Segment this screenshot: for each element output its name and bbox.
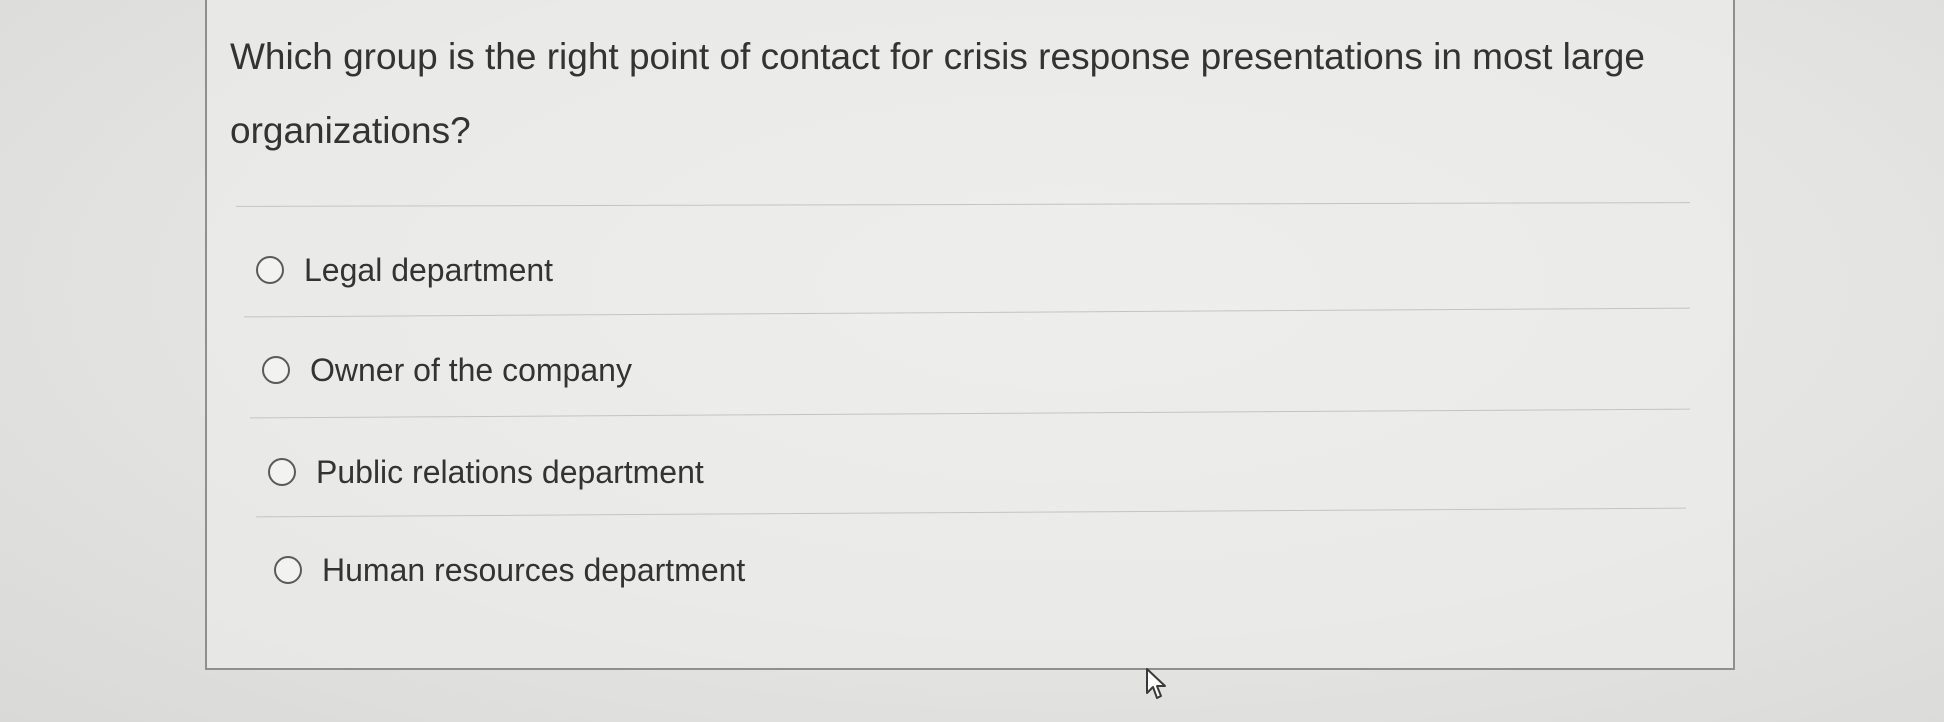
radio-unchecked-icon[interactable] [274, 556, 302, 584]
radio-unchecked-icon[interactable] [256, 256, 284, 284]
option-public-relations-department[interactable]: Public relations department [268, 450, 704, 494]
option-human-resources-department[interactable]: Human resources department [274, 548, 745, 592]
option-label: Human resources department [322, 551, 746, 588]
mouse-pointer-icon [1146, 668, 1166, 699]
question-text: Which group is the right point of contac… [230, 36, 1645, 151]
option-owner-of-the-company[interactable]: Owner of the company [262, 348, 632, 392]
radio-unchecked-icon[interactable] [262, 356, 290, 384]
option-legal-department[interactable]: Legal department [256, 248, 553, 292]
option-label: Public relations department [316, 453, 704, 490]
option-label: Legal department [304, 251, 554, 288]
option-label: Owner of the company [310, 351, 632, 388]
radio-unchecked-icon[interactable] [268, 458, 296, 486]
